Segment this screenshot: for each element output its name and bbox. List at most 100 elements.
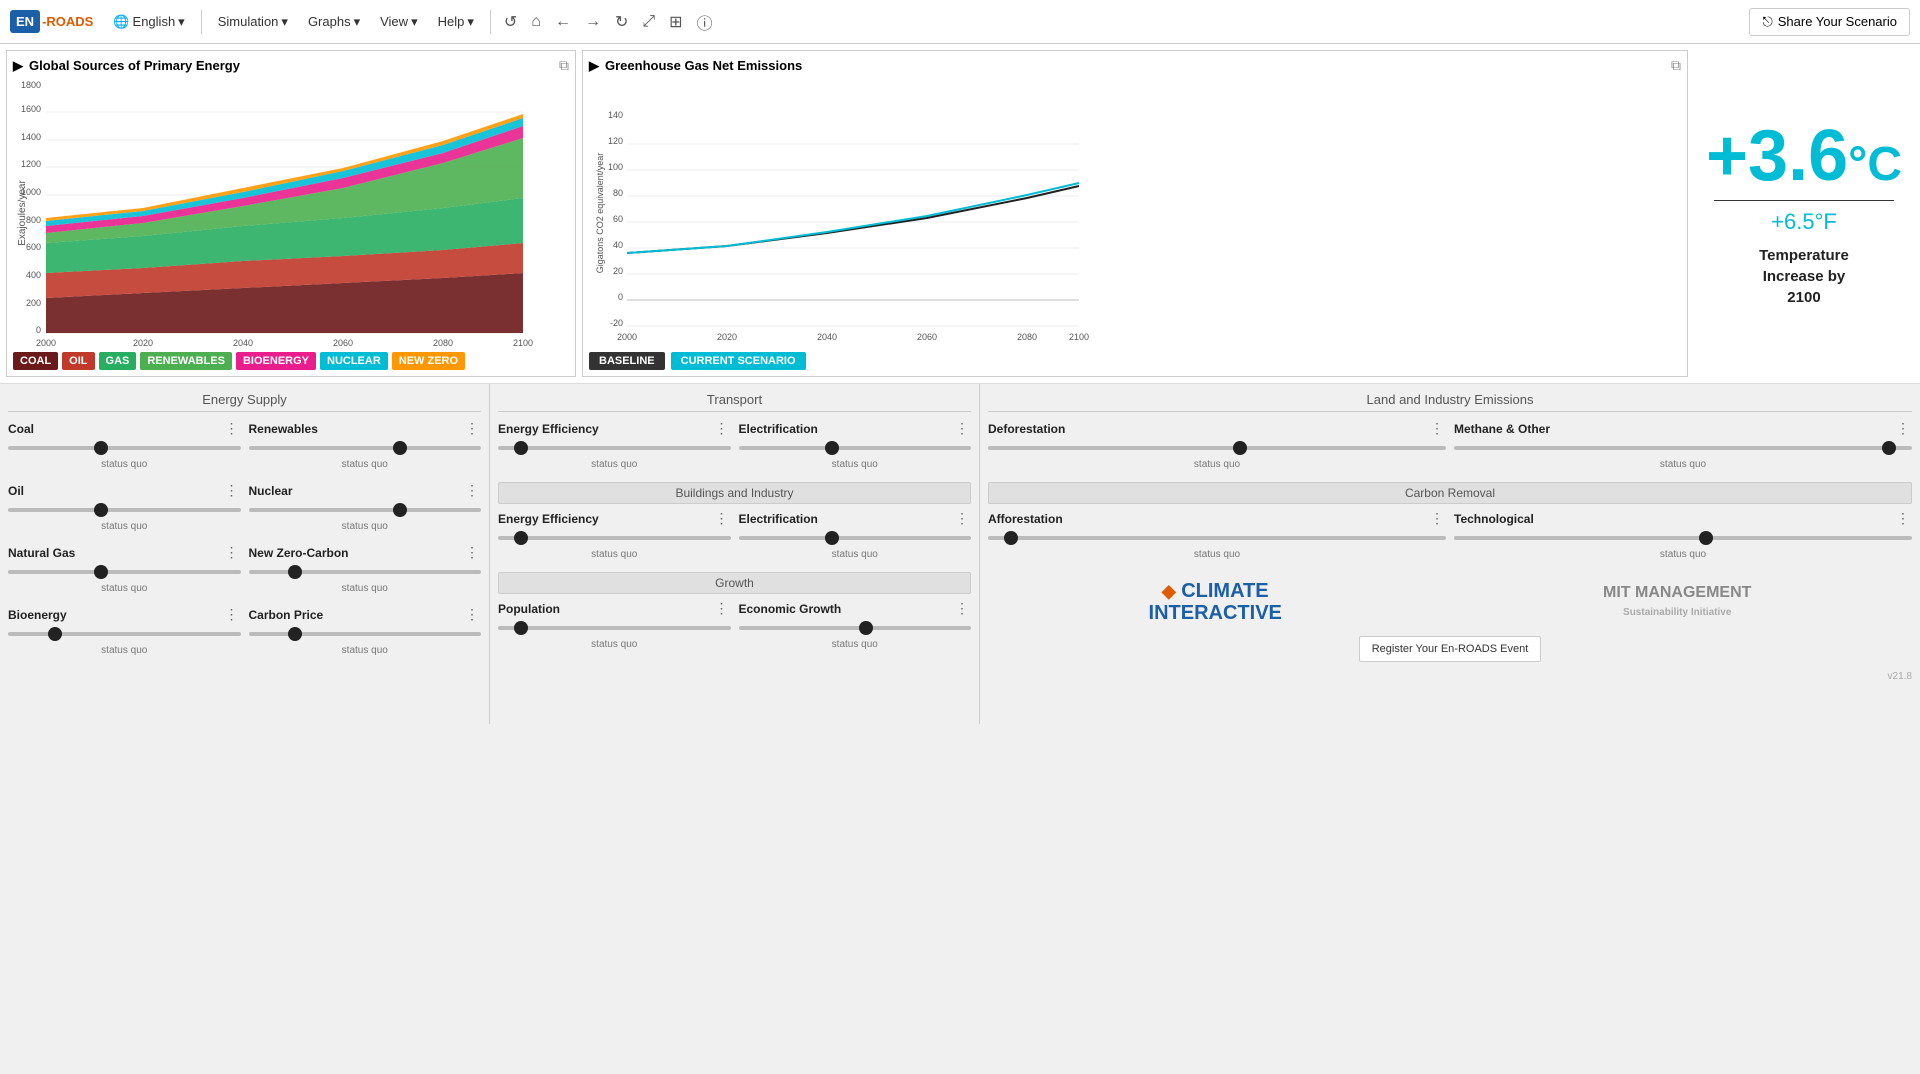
buildings-efficiency-slider-group: Energy Efficiency ⋮ status quo — [498, 510, 731, 560]
bioenergy-legend[interactable]: BIOENERGY — [236, 352, 316, 370]
forward-button[interactable]: → — [580, 11, 606, 33]
refresh-button[interactable]: ↻ — [610, 10, 633, 34]
register-button-container: Register Your En-ROADS Event — [988, 636, 1912, 662]
info-button[interactable]: ⓘ — [692, 8, 718, 36]
graphs-menu[interactable]: Graphs ▾ — [300, 10, 368, 34]
afforestation-menu[interactable]: ⋮ — [1428, 510, 1446, 527]
technological-menu[interactable]: ⋮ — [1894, 510, 1912, 527]
svg-text:1800: 1800 — [21, 80, 41, 90]
grid-button[interactable]: ⊞ — [664, 10, 687, 34]
help-menu[interactable]: Help ▾ — [430, 10, 482, 34]
resize-button[interactable]: ⤢ — [637, 11, 660, 33]
view-menu[interactable]: View ▾ — [372, 10, 425, 34]
buildings-efficiency-status: status quo — [498, 549, 731, 560]
buildings-electrification-slider[interactable] — [739, 529, 972, 547]
buildings-efficiency-slider[interactable] — [498, 529, 731, 547]
afforestation-status: status quo — [988, 549, 1446, 560]
carbonprice-slider-group: Carbon Price ⋮ status quo — [249, 606, 482, 656]
transport-electrification-menu[interactable]: ⋮ — [953, 420, 971, 437]
coal-status: status quo — [8, 459, 241, 470]
renewables-label: Renewables — [249, 422, 318, 436]
nuclear-legend[interactable]: NUCLEAR — [320, 352, 388, 370]
coal-menu-button[interactable]: ⋮ — [223, 420, 241, 437]
energy-legend: COAL OIL GAS RENEWABLES BIOENERGY NUCLEA… — [13, 352, 569, 370]
technological-label: Technological — [1454, 512, 1534, 526]
carbonprice-slider[interactable] — [249, 625, 482, 643]
expand-triangle-icon2[interactable]: ▶ — [589, 58, 599, 74]
bioenergy-menu-button[interactable]: ⋮ — [223, 606, 241, 623]
oil-legend[interactable]: OIL — [62, 352, 94, 370]
methane-slider[interactable] — [1454, 439, 1912, 457]
afforestation-slider[interactable] — [988, 529, 1446, 547]
baseline-tag[interactable]: BASELINE — [589, 352, 665, 370]
deforestation-menu[interactable]: ⋮ — [1428, 420, 1446, 437]
nuclear-menu-button[interactable]: ⋮ — [463, 482, 481, 499]
svg-text:2060: 2060 — [333, 338, 353, 348]
transport-panel: Transport Energy Efficiency ⋮ status quo… — [490, 384, 980, 724]
renewables-status: status quo — [249, 459, 482, 470]
svg-text:2100: 2100 — [1069, 332, 1089, 342]
chevron-down-icon: ▾ — [467, 14, 474, 30]
naturalgas-menu-button[interactable]: ⋮ — [223, 544, 241, 561]
transport-efficiency-slider[interactable] — [498, 439, 731, 457]
economic-growth-slider[interactable] — [739, 619, 972, 637]
buildings-efficiency-menu[interactable]: ⋮ — [713, 510, 731, 527]
primary-energy-panel: ▶ Global Sources of Primary Energy ⧉ Exa… — [6, 50, 576, 377]
svg-text:60: 60 — [613, 214, 623, 224]
bioenergy-slider[interactable] — [8, 625, 241, 643]
coal-slider[interactable] — [8, 439, 241, 457]
mit-logo: MIT MANAGEMENT Sustainability Initiative — [1603, 584, 1751, 619]
naturalgas-slider[interactable] — [8, 563, 241, 581]
svg-text:2080: 2080 — [1017, 332, 1037, 342]
coal-label: Coal — [8, 422, 34, 436]
copy-chart-button[interactable]: ⧉ — [559, 57, 569, 74]
register-button[interactable]: Register Your En-ROADS Event — [1359, 636, 1542, 662]
newzero-menu-button[interactable]: ⋮ — [463, 544, 481, 561]
share-label: Share Your Scenario — [1778, 14, 1897, 29]
charts-area: ▶ Global Sources of Primary Energy ⧉ Exa… — [0, 44, 1920, 384]
newzero-slider[interactable] — [249, 563, 482, 581]
economic-growth-label: Economic Growth — [739, 602, 842, 616]
deforestation-slider[interactable] — [988, 439, 1446, 457]
logos-row: ◆ CLIMATE INTERACTIVE MIT MANAGEMENT Sus… — [988, 580, 1912, 624]
language-selector[interactable]: 🌐 English ▾ — [105, 10, 192, 34]
buildings-electrification-menu[interactable]: ⋮ — [953, 510, 971, 527]
bioenergy-slider-group: Bioenergy ⋮ status quo — [8, 606, 241, 656]
svg-text:2060: 2060 — [917, 332, 937, 342]
current-scenario-tag[interactable]: CURRENT SCENARIO — [671, 352, 806, 370]
oil-menu-button[interactable]: ⋮ — [223, 482, 241, 499]
nuclear-slider[interactable] — [249, 501, 482, 519]
oil-slider[interactable] — [8, 501, 241, 519]
renewables-legend[interactable]: RENEWABLES — [140, 352, 232, 370]
expand-triangle-icon[interactable]: ▶ — [13, 58, 23, 74]
home-button[interactable]: ⌂ — [526, 11, 546, 33]
transport-controls-row: Energy Efficiency ⋮ status quo Electrifi… — [498, 420, 971, 470]
transport-electrification-slider[interactable] — [739, 439, 972, 457]
en-logo: EN — [10, 10, 40, 33]
copy-ghg-button[interactable]: ⧉ — [1671, 57, 1681, 74]
renewables-slider[interactable] — [249, 439, 482, 457]
coal-legend[interactable]: COAL — [13, 352, 58, 370]
technological-slider[interactable] — [1454, 529, 1912, 547]
language-label: English — [133, 14, 176, 29]
primary-energy-svg: Exajoules/year 0 200 400 600 800 1000 12… — [13, 78, 533, 348]
undo-button[interactable]: ↺ — [499, 10, 522, 34]
carbonprice-label: Carbon Price — [249, 608, 324, 622]
population-slider[interactable] — [498, 619, 731, 637]
economic-growth-menu[interactable]: ⋮ — [953, 600, 971, 617]
population-menu[interactable]: ⋮ — [713, 600, 731, 617]
simulation-menu[interactable]: Simulation ▾ — [210, 10, 296, 34]
buildings-electrification-label: Electrification — [739, 512, 818, 526]
carbonprice-menu-button[interactable]: ⋮ — [463, 606, 481, 623]
gas-legend[interactable]: GAS — [99, 352, 137, 370]
methane-menu[interactable]: ⋮ — [1894, 420, 1912, 437]
deforestation-status: status quo — [988, 459, 1446, 470]
svg-text:120: 120 — [608, 136, 623, 146]
back-button[interactable]: ← — [550, 11, 576, 33]
svg-text:2040: 2040 — [817, 332, 837, 342]
renewables-menu-button[interactable]: ⋮ — [463, 420, 481, 437]
new-zero-legend[interactable]: NEW ZERO — [392, 352, 465, 370]
carbonprice-status: status quo — [249, 645, 482, 656]
share-button[interactable]: ⎋ Share Your Scenario — [1749, 8, 1910, 36]
transport-efficiency-menu[interactable]: ⋮ — [713, 420, 731, 437]
